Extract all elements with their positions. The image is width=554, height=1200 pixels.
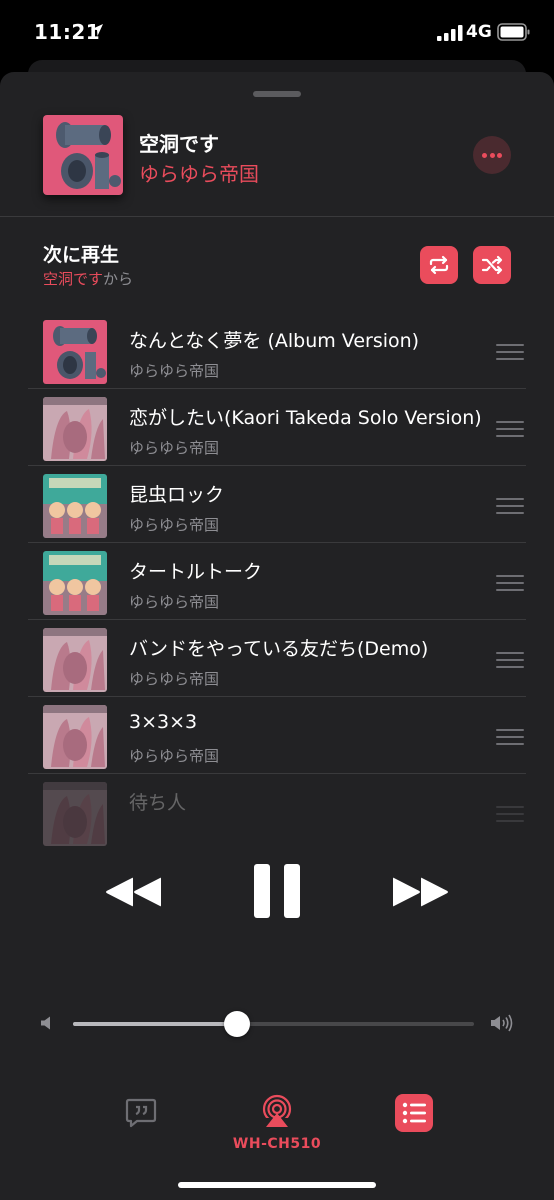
divider <box>0 216 554 217</box>
queue-track-artist: ゆらゆら帝国 <box>129 670 220 688</box>
reorder-line <box>496 435 524 437</box>
up-next-title: 次に再生 <box>43 244 120 266</box>
queue-row[interactable]: バンドをやっている友だち(Demo) ゆらゆら帝国 <box>0 620 554 697</box>
reorder-handle-icon[interactable] <box>496 729 524 745</box>
reorder-line <box>496 736 524 738</box>
queue-artwork <box>43 474 107 538</box>
queue-track-title: 恋がしたい(Kaori Takeda Solo Version) <box>129 407 482 429</box>
queue-track-title: バンドをやっている友だち(Demo) <box>129 638 429 660</box>
reorder-line <box>496 428 524 430</box>
repeat-button[interactable] <box>420 246 458 284</box>
more-button[interactable] <box>473 136 511 174</box>
reorder-handle-icon[interactable] <box>496 421 524 437</box>
more-dots-icon <box>482 153 487 158</box>
queue-artwork <box>43 782 107 846</box>
reorder-line <box>496 659 524 661</box>
queue-list-icon <box>402 1102 426 1124</box>
queue-row[interactable]: 3×3×3 ゆらゆら帝国 <box>0 697 554 774</box>
queue-row[interactable]: なんとなく夢を (Album Version) ゆらゆら帝国 <box>0 312 554 389</box>
queue-track-artist: ゆらゆら帝国 <box>129 593 220 611</box>
volume-high-icon <box>491 1014 513 1032</box>
reorder-line <box>496 729 524 731</box>
now-playing-title: 空洞です <box>139 132 219 156</box>
queue-track-artist: ゆらゆら帝国 <box>129 747 220 765</box>
reorder-line <box>496 358 524 360</box>
queue-row[interactable]: 昆虫ロックゆらゆら帝国 <box>0 466 554 543</box>
reorder-line <box>496 505 524 507</box>
volume-low-icon <box>41 1016 50 1030</box>
up-next-source-suffix: から <box>103 270 134 288</box>
queue-row[interactable]: タートルトークゆらゆら帝国 <box>0 543 554 620</box>
queue-track-title: 昆虫ロック <box>129 484 225 506</box>
queue-track-title: 3×3×3 <box>129 711 198 733</box>
reorder-line <box>496 666 524 668</box>
reorder-line <box>496 589 524 591</box>
shuffle-icon <box>481 255 503 275</box>
shuffle-button[interactable] <box>473 246 511 284</box>
location-arrow-icon <box>91 24 103 36</box>
repeat-icon <box>429 255 449 275</box>
up-next-source-name[interactable]: 空洞です <box>43 270 103 288</box>
reorder-line <box>496 575 524 577</box>
reorder-handle-icon[interactable] <box>496 652 524 668</box>
reorder-line <box>496 820 524 822</box>
queue-track-title: 待ち人 <box>129 792 187 814</box>
signal-bars-icon <box>437 25 463 41</box>
network-type: 4G <box>466 22 492 42</box>
queue-list: なんとなく夢を (Album Version) ゆらゆら帝国 恋がしたい(Kaor… <box>0 312 554 851</box>
queue-list-button[interactable] <box>395 1094 433 1132</box>
reorder-line <box>496 652 524 654</box>
queue-track-artist: ゆらゆら帝国 <box>129 516 220 534</box>
reorder-handle-icon[interactable] <box>496 344 524 360</box>
volume-slider[interactable] <box>73 1022 474 1026</box>
now-playing-artwork <box>43 115 123 195</box>
more-dot <box>497 153 502 158</box>
lyrics-icon[interactable] <box>125 1098 157 1128</box>
queue-artwork <box>43 705 107 769</box>
reorder-line <box>496 743 524 745</box>
more-dot <box>489 153 495 158</box>
sheet-grabber[interactable] <box>253 91 301 97</box>
up-next-source: 空洞ですから <box>43 268 133 289</box>
queue-artwork <box>43 551 107 615</box>
fast-forward-icon[interactable] <box>392 877 450 907</box>
queue-track-artist: ゆらゆら帝国 <box>129 439 220 457</box>
queue-artwork <box>43 320 107 384</box>
reorder-line <box>496 351 524 353</box>
reorder-line <box>496 344 524 346</box>
reorder-line <box>496 582 524 584</box>
rewind-icon[interactable] <box>104 877 162 907</box>
output-device-label[interactable]: WH-CH510 <box>200 1136 354 1152</box>
volume-level-fill <box>73 1022 238 1026</box>
airplay-icon[interactable] <box>260 1094 294 1128</box>
reorder-line <box>496 806 524 808</box>
queue-track-title: タートルトーク <box>129 561 263 583</box>
home-indicator[interactable] <box>178 1182 376 1188</box>
battery-icon <box>497 23 530 41</box>
queue-track-artist: ゆらゆら帝国 <box>129 362 220 380</box>
status-bar: 11:21 4G <box>0 0 554 66</box>
queue-artwork <box>43 628 107 692</box>
queue-row[interactable]: 待ち人 <box>0 774 554 851</box>
reorder-line <box>496 421 524 423</box>
reorder-handle-icon[interactable] <box>496 575 524 591</box>
queue-artwork <box>43 397 107 461</box>
reorder-line <box>496 813 524 815</box>
reorder-line <box>496 498 524 500</box>
queue-row[interactable]: 恋がしたい(Kaori Takeda Solo Version) ゆらゆら帝国 <box>0 389 554 466</box>
queue-track-title: なんとなく夢を (Album Version) <box>129 330 420 352</box>
reorder-line <box>496 512 524 514</box>
reorder-handle-icon[interactable] <box>496 498 524 514</box>
reorder-handle-icon[interactable] <box>496 806 524 822</box>
pause-icon[interactable] <box>254 864 300 918</box>
now-playing-artist[interactable]: ゆらゆら帝国 <box>139 158 259 187</box>
